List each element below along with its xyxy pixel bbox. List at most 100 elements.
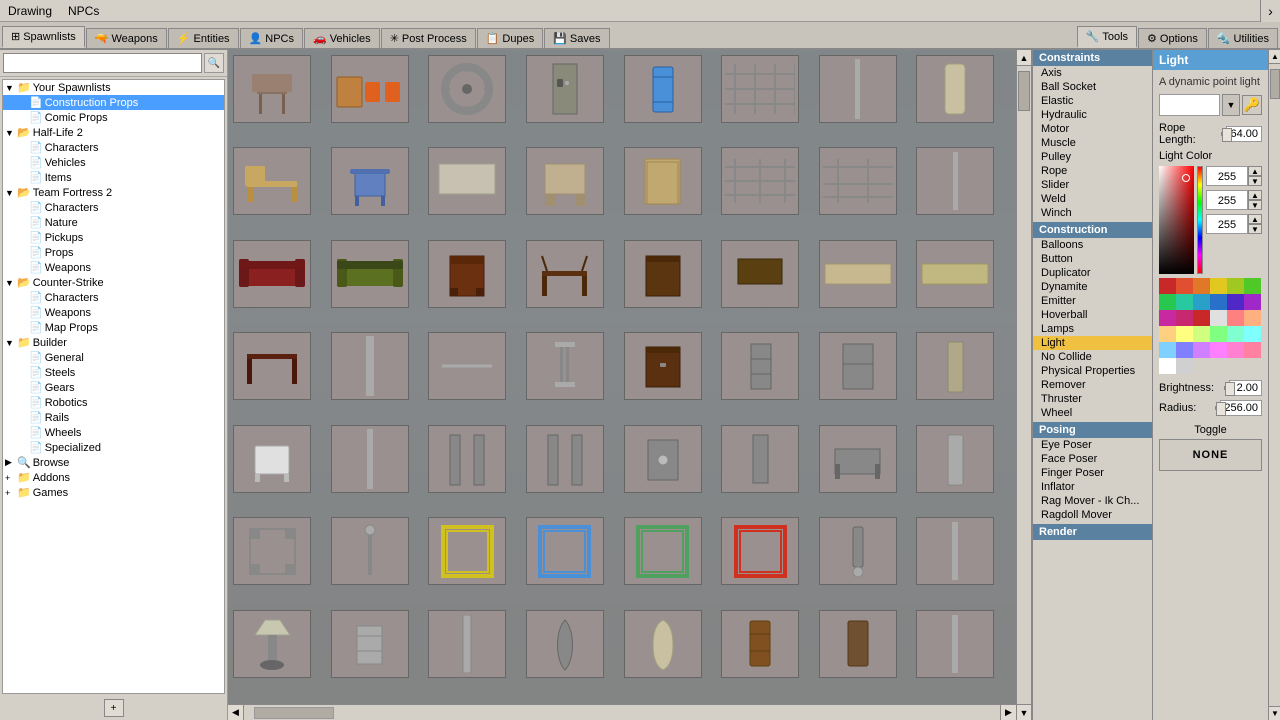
- tree-item-hl2-items[interactable]: 📄 Items: [3, 170, 224, 185]
- tree-item-browse[interactable]: ▶ 🔍 Browse: [3, 455, 224, 470]
- tree-item-tf2-weapons[interactable]: 📄 Weapons: [3, 260, 224, 275]
- tree-item-builder[interactable]: ▼ 📁 Builder: [3, 335, 224, 350]
- palette-color-25[interactable]: [1176, 342, 1193, 358]
- grid-item[interactable]: [819, 517, 897, 585]
- constraint-ball-socket[interactable]: Ball Socket: [1033, 80, 1152, 94]
- posing-inflator[interactable]: Inflator: [1033, 480, 1152, 494]
- rgb-g-up[interactable]: ▲: [1248, 190, 1262, 200]
- grid-item[interactable]: [428, 240, 506, 308]
- scroll-down-btn[interactable]: ▼: [1017, 704, 1031, 720]
- grid-item[interactable]: [233, 240, 311, 308]
- palette-color-23[interactable]: [1244, 326, 1261, 342]
- palette-color-11[interactable]: [1244, 294, 1261, 310]
- grid-item[interactable]: [721, 517, 799, 585]
- color-gradient[interactable]: [1159, 166, 1194, 274]
- grid-item[interactable]: [721, 610, 799, 678]
- tab-entities[interactable]: ⚡ Entities: [168, 28, 239, 48]
- palette-color-8[interactable]: [1193, 294, 1210, 310]
- grid-item[interactable]: [624, 332, 702, 400]
- tree-item-builder-general[interactable]: 📄 General: [3, 350, 224, 365]
- construction-physical-props[interactable]: Physical Properties: [1033, 364, 1152, 378]
- constraint-hydraulic[interactable]: Hydraulic: [1033, 108, 1152, 122]
- posing-eye-poser[interactable]: Eye Poser: [1033, 438, 1152, 452]
- palette-color-13[interactable]: [1176, 310, 1193, 326]
- palette-color-30[interactable]: [1159, 358, 1176, 374]
- palette-color-28[interactable]: [1227, 342, 1244, 358]
- tab-weapons[interactable]: 🔫 Weapons: [86, 28, 167, 48]
- tree-item-cs[interactable]: ▼ 📂 Counter-Strike: [3, 275, 224, 290]
- grid-item[interactable]: [721, 240, 799, 308]
- constraint-pulley[interactable]: Pulley: [1033, 150, 1152, 164]
- construction-thruster[interactable]: Thruster: [1033, 392, 1152, 406]
- construction-hoverball[interactable]: Hoverball: [1033, 308, 1152, 322]
- constraint-muscle[interactable]: Muscle: [1033, 136, 1152, 150]
- palette-color-7[interactable]: [1176, 294, 1193, 310]
- grid-item[interactable]: [233, 517, 311, 585]
- menu-npcs[interactable]: NPCs: [60, 4, 107, 18]
- palette-color-10[interactable]: [1227, 294, 1244, 310]
- constraint-elastic[interactable]: Elastic: [1033, 94, 1152, 108]
- add-list-button[interactable]: +: [104, 699, 124, 717]
- grid-item[interactable]: [428, 55, 506, 123]
- palette-color-19[interactable]: [1176, 326, 1193, 342]
- tree-item-tf2-props[interactable]: 📄 Props: [3, 245, 224, 260]
- palette-color-27[interactable]: [1210, 342, 1227, 358]
- search-input[interactable]: [3, 53, 202, 73]
- tree-item-tf2-pickups[interactable]: 📄 Pickups: [3, 230, 224, 245]
- grid-item[interactable]: [428, 147, 506, 215]
- palette-color-16[interactable]: [1227, 310, 1244, 326]
- palette-color-5[interactable]: [1244, 278, 1261, 294]
- grid-item[interactable]: [819, 240, 897, 308]
- rgb-r-value[interactable]: 255: [1206, 166, 1248, 186]
- grid-item[interactable]: [526, 332, 604, 400]
- posing-finger-poser[interactable]: Finger Poser: [1033, 466, 1152, 480]
- grid-item[interactable]: [526, 240, 604, 308]
- tree-item-cs-weapons[interactable]: 📄 Weapons: [3, 305, 224, 320]
- tree-item-builder-gears[interactable]: 📄 Gears: [3, 380, 224, 395]
- palette-color-2[interactable]: [1193, 278, 1210, 294]
- rope-length-slider[interactable]: [1221, 132, 1223, 136]
- grid-item[interactable]: [624, 55, 702, 123]
- palette-color-9[interactable]: [1210, 294, 1227, 310]
- palette-color-15[interactable]: [1210, 310, 1227, 326]
- construction-light[interactable]: Light: [1033, 336, 1152, 350]
- tree-item-addons[interactable]: + 📁 Addons: [3, 470, 224, 485]
- tree-item-hl2[interactable]: ▼ 📂 Half-Life 2: [3, 125, 224, 140]
- palette-color-0[interactable]: [1159, 278, 1176, 294]
- constraint-slider[interactable]: Slider: [1033, 178, 1152, 192]
- tree-item-builder-wheels[interactable]: 📄 Wheels: [3, 425, 224, 440]
- grid-item[interactable]: [428, 332, 506, 400]
- grid-item[interactable]: [819, 55, 897, 123]
- posing-ragdoll-mover[interactable]: Ragdoll Mover: [1033, 508, 1152, 522]
- tree-item-hl2-vehicles[interactable]: 📄 Vehicles: [3, 155, 224, 170]
- grid-item[interactable]: [916, 517, 994, 585]
- tree-item-cs-map-props[interactable]: 📄 Map Props: [3, 320, 224, 335]
- grid-item[interactable]: [819, 425, 897, 493]
- light-key-icon[interactable]: 🔑: [1242, 95, 1262, 115]
- tree-item-cs-characters[interactable]: 📄 Characters: [3, 290, 224, 305]
- vscroll-thumb[interactable]: [1018, 71, 1030, 111]
- posing-face-poser[interactable]: Face Poser: [1033, 452, 1152, 466]
- palette-color-26[interactable]: [1193, 342, 1210, 358]
- none-button[interactable]: NONE: [1159, 439, 1262, 471]
- construction-remover[interactable]: Remover: [1033, 378, 1152, 392]
- scroll-right-btn[interactable]: ▶: [1000, 705, 1016, 720]
- construction-wheel[interactable]: Wheel: [1033, 406, 1152, 420]
- palette-color-12[interactable]: [1159, 310, 1176, 326]
- construction-duplicator[interactable]: Duplicator: [1033, 266, 1152, 280]
- construction-emitter[interactable]: Emitter: [1033, 294, 1152, 308]
- palette-color-4[interactable]: [1227, 278, 1244, 294]
- grid-item[interactable]: [526, 517, 604, 585]
- grid-item[interactable]: [916, 332, 994, 400]
- grid-item[interactable]: [331, 425, 409, 493]
- grid-item[interactable]: [233, 425, 311, 493]
- constraint-rope[interactable]: Rope: [1033, 164, 1152, 178]
- grid-item[interactable]: [624, 240, 702, 308]
- tab-saves[interactable]: 💾 Saves: [544, 28, 609, 48]
- tree-item-builder-specialized[interactable]: 📄 Specialized: [3, 440, 224, 455]
- grid-item[interactable]: [526, 147, 604, 215]
- grid-item[interactable]: [331, 55, 409, 123]
- tree-item-games[interactable]: + 📁 Games: [3, 485, 224, 500]
- grid-item[interactable]: [428, 425, 506, 493]
- palette-color-3[interactable]: [1210, 278, 1227, 294]
